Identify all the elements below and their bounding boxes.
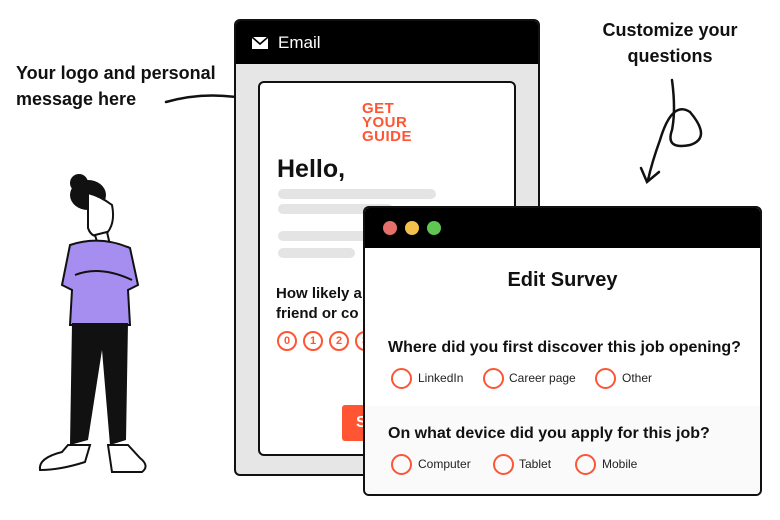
option-label: Other	[622, 371, 653, 385]
survey-title: Edit Survey	[507, 269, 618, 291]
person-illustration	[38, 174, 147, 473]
close-dot[interactable]	[383, 221, 397, 235]
radio-career-page[interactable]	[483, 368, 504, 389]
text-placeholder	[278, 248, 355, 258]
greeting: Hello,	[277, 155, 346, 183]
question-2: On what device did you apply for this jo…	[388, 425, 710, 442]
radio-other[interactable]	[595, 368, 616, 389]
radio-tablet[interactable]	[493, 454, 514, 475]
radio-linkedin[interactable]	[391, 368, 412, 389]
option-label: Career page	[509, 371, 576, 385]
option-label: Tablet	[519, 457, 552, 471]
radio-computer[interactable]	[391, 454, 412, 475]
envelope-icon	[252, 36, 268, 49]
survey-window: Edit Survey Where did you first discover…	[363, 206, 762, 496]
arrow-to-survey	[646, 78, 703, 182]
survey-titlebar	[365, 208, 760, 248]
option-label: Mobile	[602, 457, 638, 471]
maximize-dot[interactable]	[427, 221, 441, 235]
radio-mobile[interactable]	[575, 454, 596, 475]
text-placeholder	[278, 189, 436, 199]
rating-2[interactable]: 2	[329, 331, 349, 351]
minimize-dot[interactable]	[405, 221, 419, 235]
email-title: Email	[278, 32, 321, 52]
rating-scale: 0 1 2 3	[277, 331, 375, 351]
rating-1[interactable]: 1	[303, 331, 323, 351]
option-label: Computer	[418, 457, 471, 471]
question-1: Where did you first discover this job op…	[388, 339, 741, 356]
question-2-section	[365, 406, 760, 494]
rating-0[interactable]: 0	[277, 331, 297, 351]
getyourguide-logo: GET YOUR GUIDE	[362, 100, 413, 145]
nps-question: How likely a friend or co	[276, 285, 362, 322]
email-header: Email	[236, 21, 538, 64]
option-label: LinkedIn	[418, 371, 464, 385]
